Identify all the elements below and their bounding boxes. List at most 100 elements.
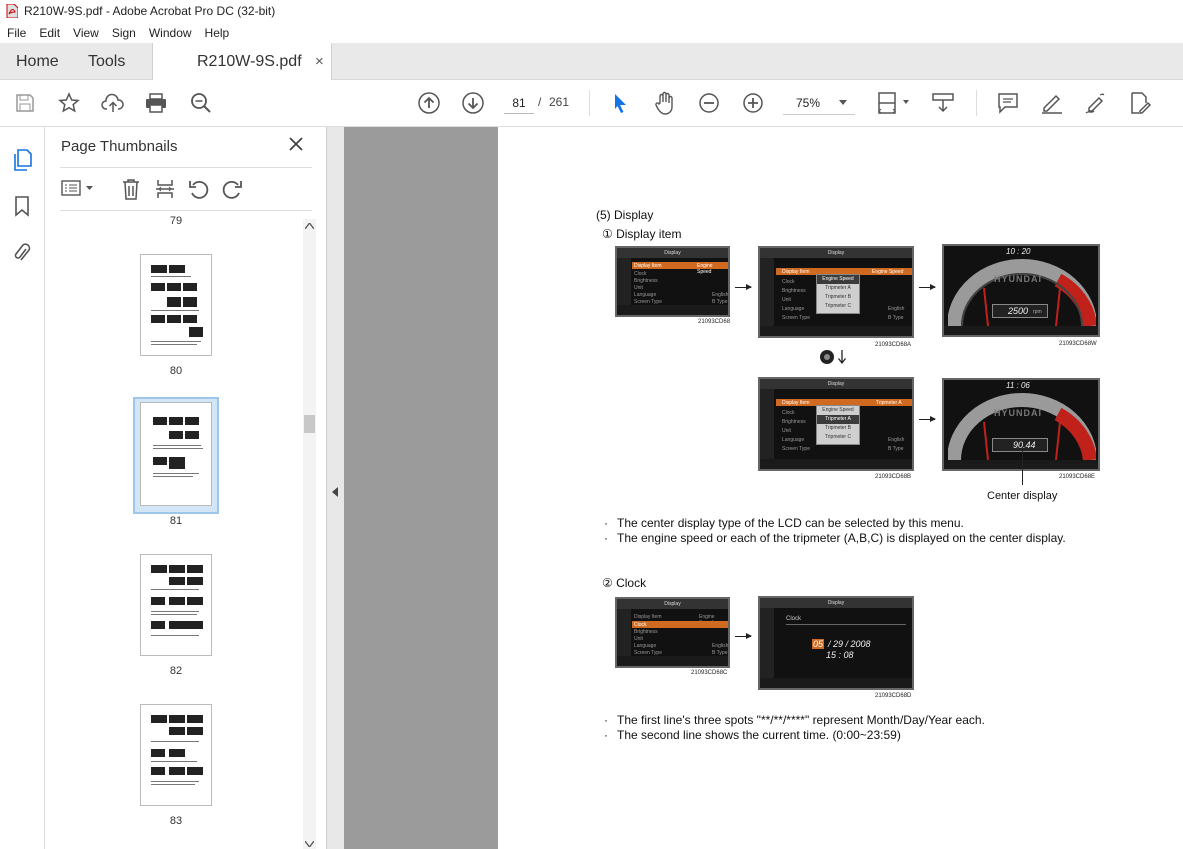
subsection-clock: ② Clock: [602, 576, 647, 590]
menu-view[interactable]: View: [73, 26, 99, 40]
readout-unit: rpm: [1033, 309, 1042, 315]
gauge-clock: 11 : 06: [1006, 381, 1030, 390]
thumbnail-label-80: 80: [169, 365, 183, 377]
page-thumbnail-82[interactable]: [140, 554, 212, 656]
bookmark-star-icon[interactable]: [57, 91, 81, 115]
document-view: (5) Display ① Display item Display Displ…: [344, 127, 1183, 849]
thumbnail-options-icon[interactable]: [61, 179, 97, 202]
page-thumbnails-icon[interactable]: [12, 148, 34, 177]
lcd-screen-clock-menu: Display Display Item Engine Speed Clock …: [615, 597, 730, 668]
figure-code: 21093CD68C: [691, 670, 728, 676]
brand-label: HYUNDAI: [994, 408, 1043, 418]
zoom-in-icon[interactable]: [741, 91, 765, 115]
menu-row: Display Item: [782, 400, 810, 406]
flow-arrow: [735, 284, 752, 290]
lcd-screen-clock-edit: Display Clock 05 / 29 / 2008 15 : 08: [758, 596, 914, 690]
page-fit-icon[interactable]: [876, 91, 912, 115]
screen-header: Display: [617, 248, 728, 258]
panel-collapse-bar[interactable]: [327, 127, 344, 849]
zoom-value: 75%: [796, 96, 821, 110]
center-readout: 2500 rpm: [992, 304, 1048, 318]
current-page-input[interactable]: 81: [504, 92, 534, 114]
previous-page-icon[interactable]: [417, 91, 441, 115]
menu-row: Screen Type: [782, 315, 810, 321]
save-icon[interactable]: [13, 91, 37, 115]
collapse-left-icon[interactable]: [331, 487, 339, 497]
zoom-search-icon[interactable]: [189, 91, 213, 115]
page-separator: /: [538, 95, 542, 109]
popup-item: Engine Speed: [817, 275, 859, 284]
menu-window[interactable]: Window: [149, 26, 192, 40]
bookmarks-icon[interactable]: [14, 195, 30, 222]
zoom-select[interactable]: 75%: [783, 91, 855, 115]
scrollbar-thumb[interactable]: [304, 415, 315, 433]
page-thumbnail-81[interactable]: [140, 402, 212, 506]
figure-code: 21093CD68W: [1059, 341, 1097, 347]
comment-icon[interactable]: [996, 91, 1020, 115]
main-toolbar: 81 / 261 75%: [0, 80, 1183, 127]
edit-pdf-icon[interactable]: [1128, 91, 1152, 115]
menu-row: Language: [634, 292, 657, 298]
popup-item: Tripmeter A: [817, 415, 859, 424]
menu-row: Clock: [634, 271, 647, 277]
menu-row: Display Item: [782, 269, 810, 275]
select-cursor-icon[interactable]: [609, 91, 633, 115]
selection-popup: Engine Speed Tripmeter A Tripmeter B Tri…: [816, 274, 860, 314]
menu-row: Screen Type: [782, 446, 810, 452]
thumbnail-scrollbar[interactable]: [303, 219, 316, 849]
popup-item: Tripmeter B: [825, 425, 851, 431]
figure-code: 21093CD68D: [875, 693, 912, 699]
thumbnail-label-81: 81: [169, 515, 183, 527]
scroll-down-icon[interactable]: [305, 841, 314, 847]
bullet-text: The first line's three spots "**/**/****…: [617, 713, 985, 727]
close-panel-icon[interactable]: [289, 137, 303, 156]
tab-home[interactable]: Home: [16, 43, 59, 80]
insert-page-icon[interactable]: [155, 178, 175, 205]
menu-file[interactable]: File: [7, 26, 26, 40]
menu-help[interactable]: Help: [205, 26, 230, 40]
bullet-text: The second line shows the current time. …: [617, 728, 901, 742]
menu-row-value: Engine Speed: [697, 263, 713, 275]
selection-popup: Engine Speed Tripmeter A Tripmeter B Tri…: [816, 405, 860, 445]
gauge-clock: 10 : 20: [1006, 247, 1031, 256]
menu-edit[interactable]: Edit: [39, 26, 60, 40]
page-thumbnail-83[interactable]: [140, 704, 212, 806]
bullet-glyph: ·: [604, 531, 608, 545]
sign-pen-icon[interactable]: [1084, 91, 1108, 115]
panel-title: Page Thumbnails: [61, 138, 178, 155]
next-page-icon[interactable]: [461, 91, 485, 115]
hand-tool-icon[interactable]: [653, 91, 677, 115]
menu-row-value: English: [888, 437, 905, 443]
thumbnail-label-82: 82: [169, 665, 183, 677]
page-thumbnail-80[interactable]: [140, 254, 212, 356]
clock-time: 15 : 08: [826, 650, 854, 660]
tab-tools[interactable]: Tools: [88, 43, 125, 80]
rotate-clockwise-icon[interactable]: [221, 178, 243, 205]
toolbar-divider: [589, 90, 590, 116]
tab-document-label: R210W-9S.pdf: [197, 52, 302, 70]
attachments-paperclip-icon[interactable]: [13, 241, 31, 270]
menu-sign[interactable]: Sign: [112, 26, 136, 40]
figure-code: 21093CD68E: [1059, 474, 1096, 480]
rotate-counterclockwise-icon[interactable]: [188, 178, 210, 205]
print-icon[interactable]: [144, 91, 168, 115]
close-tab-icon[interactable]: ×: [315, 53, 324, 70]
delete-page-icon[interactable]: [121, 178, 141, 205]
flow-arrow: [919, 284, 936, 290]
bullet-glyph: ·: [604, 713, 608, 727]
upload-cloud-icon[interactable]: [101, 91, 125, 115]
menu-row-value: English: [712, 292, 729, 298]
menu-row: Clock: [782, 410, 795, 416]
highlight-pen-icon[interactable]: [1040, 91, 1064, 115]
scroll-mode-icon[interactable]: [931, 91, 955, 115]
scroll-up-icon[interactable]: [305, 223, 314, 229]
menu-row: Unit: [634, 636, 643, 642]
popup-item: Engine Speed: [822, 407, 854, 413]
screen-header: Display: [760, 379, 912, 389]
zoom-out-icon[interactable]: [697, 91, 721, 115]
pdf-page: (5) Display ① Display item Display Displ…: [498, 127, 1183, 849]
lcd-screen-display-menu: Display Display Item Engine Speed Clock …: [615, 246, 730, 317]
gauge-screen-engine-speed: 10 : 20 HYUNDAI 2500 rpm: [942, 244, 1100, 337]
thumbnail-label-79: 79: [169, 215, 183, 227]
tab-document[interactable]: R210W-9S.pdf ×: [152, 43, 332, 80]
